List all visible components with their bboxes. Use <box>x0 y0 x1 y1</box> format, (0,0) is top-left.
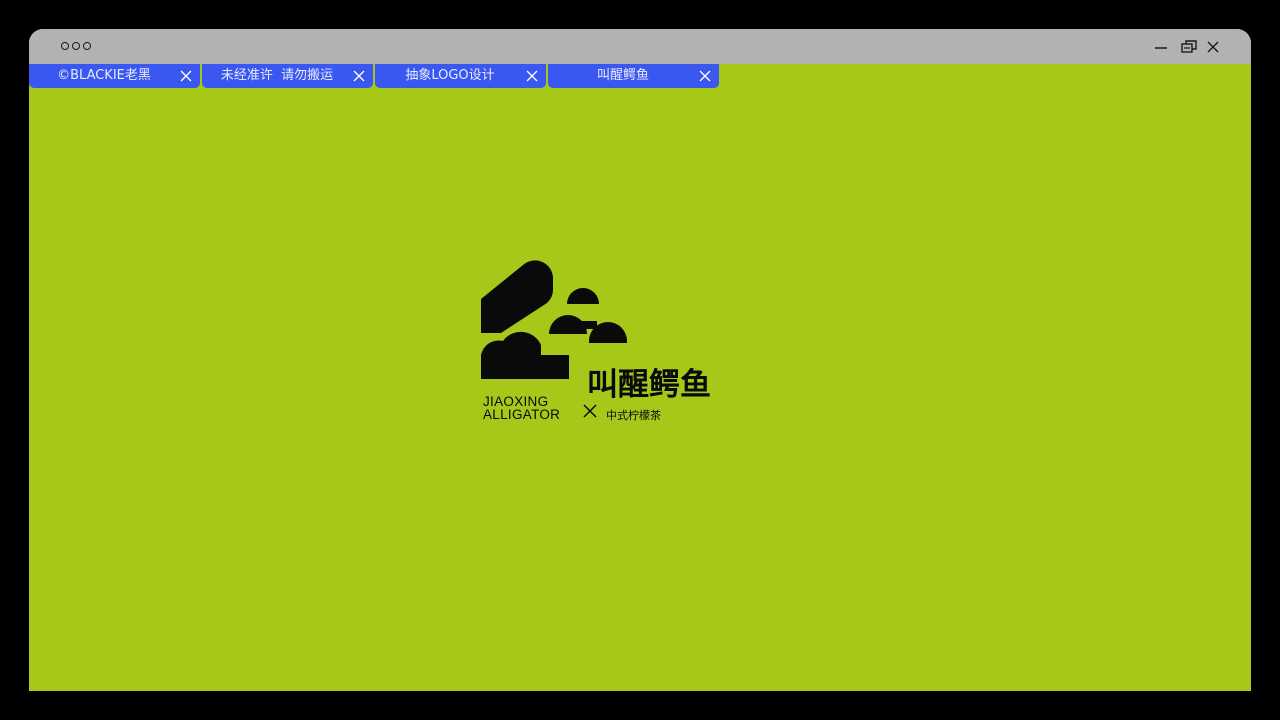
tab-wake-alligator[interactable]: 叫醒鳄鱼 <box>548 64 719 88</box>
brand-english-name: JIAOXING ALLIGATOR <box>483 395 583 422</box>
tab-no-repost[interactable]: 未经准许 请勿搬运 <box>202 64 373 88</box>
close-icon[interactable] <box>353 70 365 82</box>
browser-window: ©BLACKIE老黑 未经准许 请勿搬运 抽象LOGO设计 叫醒鳄鱼 叫醒鳄鱼 … <box>29 29 1251 691</box>
dot <box>83 42 91 50</box>
close-icon[interactable] <box>526 70 538 82</box>
brand-logo: 叫醒鳄鱼 JIAOXING ALLIGATOR 中式柠檬茶 <box>481 259 791 429</box>
collab-subtitle: 中式柠檬茶 <box>606 409 661 422</box>
minimize-icon[interactable] <box>1152 38 1170 56</box>
tab-label: 抽象LOGO设计 <box>405 68 495 83</box>
tab-bar: ©BLACKIE老黑 未经准许 请勿搬运 抽象LOGO设计 叫醒鳄鱼 <box>29 64 719 88</box>
dot <box>72 42 80 50</box>
tab-label: 未经准许 请勿搬运 <box>220 68 334 83</box>
close-icon[interactable] <box>1204 38 1222 56</box>
close-icon[interactable] <box>699 70 711 82</box>
dot <box>61 42 69 50</box>
three-dots-icon[interactable] <box>61 42 91 50</box>
tab-label: 叫醒鳄鱼 <box>596 68 649 83</box>
tab-abstract-logo[interactable]: 抽象LOGO设计 <box>375 64 546 88</box>
collab-cross-icon <box>583 404 597 418</box>
tab-label: ©BLACKIE老黑 <box>57 68 151 83</box>
brand-english-line2: ALLIGATOR <box>483 407 561 422</box>
tab-blackie[interactable]: ©BLACKIE老黑 <box>29 64 200 88</box>
title-bar <box>29 29 1251 64</box>
brand-chinese-name: 叫醒鳄鱼 <box>587 367 711 403</box>
restore-icon[interactable] <box>1180 38 1198 56</box>
close-icon[interactable] <box>180 70 192 82</box>
